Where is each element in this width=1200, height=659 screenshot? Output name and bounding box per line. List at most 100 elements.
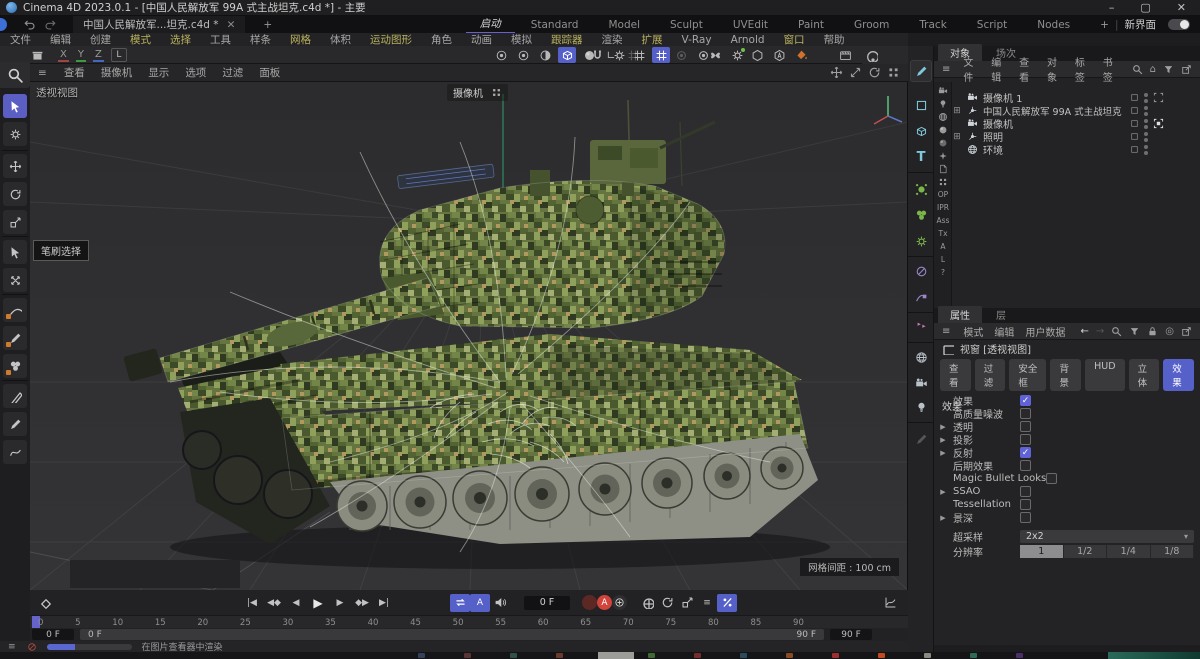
keyframe-diamond-icon[interactable]: [34, 594, 54, 612]
section-tab[interactable]: 过滤: [974, 359, 1006, 391]
record-position-button[interactable]: [637, 594, 657, 612]
tab-layers[interactable]: 层: [984, 306, 1018, 323]
menu-item[interactable]: 模式: [130, 32, 151, 47]
checkbox[interactable]: [1020, 408, 1031, 419]
rotate-view-icon[interactable]: [868, 66, 881, 79]
menu-item[interactable]: 渲染: [602, 32, 623, 47]
redo-icon[interactable]: [44, 18, 57, 31]
checkbox[interactable]: ✓: [1020, 395, 1031, 406]
z-axis-lock-button[interactable]: Z: [92, 49, 104, 62]
expand-arrow[interactable]: ▶: [934, 488, 948, 496]
rotate-tool[interactable]: [3, 182, 27, 206]
quantize-settings-button[interactable]: [652, 47, 670, 63]
menu-item[interactable]: 网格: [290, 32, 311, 47]
material-swatch[interactable]: [1016, 653, 1023, 658]
menu-item[interactable]: V-Ray: [682, 34, 712, 46]
section-tab[interactable]: 安全框: [1009, 359, 1047, 391]
viewport-menu-item[interactable]: 选项: [185, 65, 206, 80]
material-swatch[interactable]: [740, 653, 747, 658]
tracer-button[interactable]: [910, 286, 932, 308]
status-menu-icon[interactable]: ≡: [8, 642, 17, 652]
camera-swap-icon[interactable]: [491, 87, 502, 98]
home-icon[interactable]: ⌂: [1150, 64, 1156, 75]
multi-move-tool[interactable]: [3, 268, 27, 292]
object-manager-menu-item[interactable]: 编辑: [991, 54, 1008, 84]
layout-tab[interactable]: Nodes: [1023, 18, 1084, 32]
live-selection-tool[interactable]: [3, 94, 27, 118]
material-preview-box[interactable]: [598, 652, 634, 659]
tab-attributes[interactable]: 属性: [938, 306, 982, 323]
checkbox[interactable]: ✓: [1020, 447, 1031, 458]
shading-lines-button[interactable]: [536, 47, 554, 63]
range-end-field[interactable]: 90 F: [830, 629, 872, 640]
file-icon[interactable]: [934, 162, 952, 175]
expand-icon[interactable]: ⊞: [952, 132, 962, 142]
record-button[interactable]: [582, 595, 597, 610]
commander-search-button[interactable]: [0, 62, 30, 88]
add-layout-button[interactable]: +: [1094, 19, 1115, 31]
menu-item[interactable]: 角色: [431, 32, 452, 47]
loop-button[interactable]: [450, 593, 470, 612]
material-shelf[interactable]: [0, 652, 1200, 659]
make-editable-button[interactable]: [28, 47, 46, 63]
material-swatch[interactable]: [556, 653, 563, 658]
pen-tool[interactable]: [3, 326, 27, 350]
spline-primitive-button[interactable]: [910, 94, 932, 116]
keyframe-selection-button[interactable]: [612, 595, 627, 610]
checkbox[interactable]: [1020, 512, 1031, 523]
paint-bucket-button[interactable]: [792, 47, 810, 63]
viewport-menu-item[interactable]: 面板: [259, 65, 280, 80]
arnold-side-button[interactable]: L: [934, 253, 952, 266]
shader-ball-icon[interactable]: [934, 136, 952, 149]
brush-selection-tool[interactable]: [3, 298, 27, 322]
burger-icon[interactable]: ≡: [942, 64, 951, 75]
arnold-side-button[interactable]: ?: [934, 266, 952, 279]
object-manager-menu-item[interactable]: 标签: [1075, 54, 1092, 84]
back-icon[interactable]: ←: [1080, 326, 1088, 337]
object-manager-menu-item[interactable]: 文件: [963, 54, 980, 84]
lock-icon[interactable]: [1147, 326, 1158, 337]
popout-icon[interactable]: [1181, 64, 1192, 75]
resolution-option[interactable]: 1/2: [1063, 545, 1107, 558]
checkbox[interactable]: [1020, 434, 1031, 445]
transport-button[interactable]: ◀◆: [264, 594, 284, 612]
document-tab[interactable]: 中国人民解放军...坦克.c4d * ✕: [73, 16, 246, 33]
transport-button[interactable]: ◆▶: [352, 594, 372, 612]
section-tab[interactable]: 效果: [1163, 359, 1194, 391]
arnold-side-button[interactable]: IPR: [934, 201, 952, 214]
material-swatch[interactable]: [418, 653, 425, 658]
minimize-button[interactable]: –: [1109, 1, 1115, 14]
menu-item[interactable]: Arnold: [731, 34, 765, 46]
camera-filter-icon[interactable]: [934, 84, 952, 97]
material-swatch[interactable]: [464, 653, 471, 658]
menu-item[interactable]: 模拟: [511, 32, 532, 47]
material-swatch[interactable]: [970, 653, 977, 658]
new-ui-toggle[interactable]: [1168, 19, 1190, 30]
tweak-tool[interactable]: [3, 122, 27, 146]
quantize-button[interactable]: [630, 47, 648, 63]
interactive-render-button[interactable]: [862, 47, 880, 63]
transport-button[interactable]: |◀: [242, 594, 262, 612]
menu-item[interactable]: 编辑: [50, 32, 71, 47]
viewport-menu-item[interactable]: 摄像机: [101, 65, 133, 80]
render-view-button[interactable]: [836, 47, 854, 63]
modeling-settings-button[interactable]: [748, 47, 766, 63]
attribute-menu-item[interactable]: 编辑: [994, 324, 1014, 339]
popout-icon[interactable]: [1181, 326, 1192, 337]
range-start-field[interactable]: 0 F: [32, 629, 74, 640]
field-button[interactable]: [910, 260, 932, 282]
locked-workplane-button[interactable]: [672, 47, 690, 63]
perspective-viewport[interactable]: 透视视图 摄像机 网格间距 : 100 cm: [30, 82, 908, 590]
attribute-menu-item[interactable]: 用户数据: [1025, 324, 1065, 339]
layout-tab[interactable]: Model: [594, 18, 654, 32]
layout-tab[interactable]: Paint: [784, 18, 838, 32]
transport-button[interactable]: ◀: [286, 594, 306, 612]
menu-item[interactable]: 创建: [90, 32, 111, 47]
arnold-side-button[interactable]: Ass: [934, 214, 952, 227]
section-tab[interactable]: HUD: [1085, 359, 1125, 391]
expand-icon[interactable]: ⊞: [952, 106, 962, 116]
scale-tool[interactable]: [3, 210, 27, 234]
material-swatch[interactable]: [694, 653, 701, 658]
transport-button[interactable]: ▶: [330, 594, 350, 612]
checkbox[interactable]: [1046, 473, 1057, 484]
